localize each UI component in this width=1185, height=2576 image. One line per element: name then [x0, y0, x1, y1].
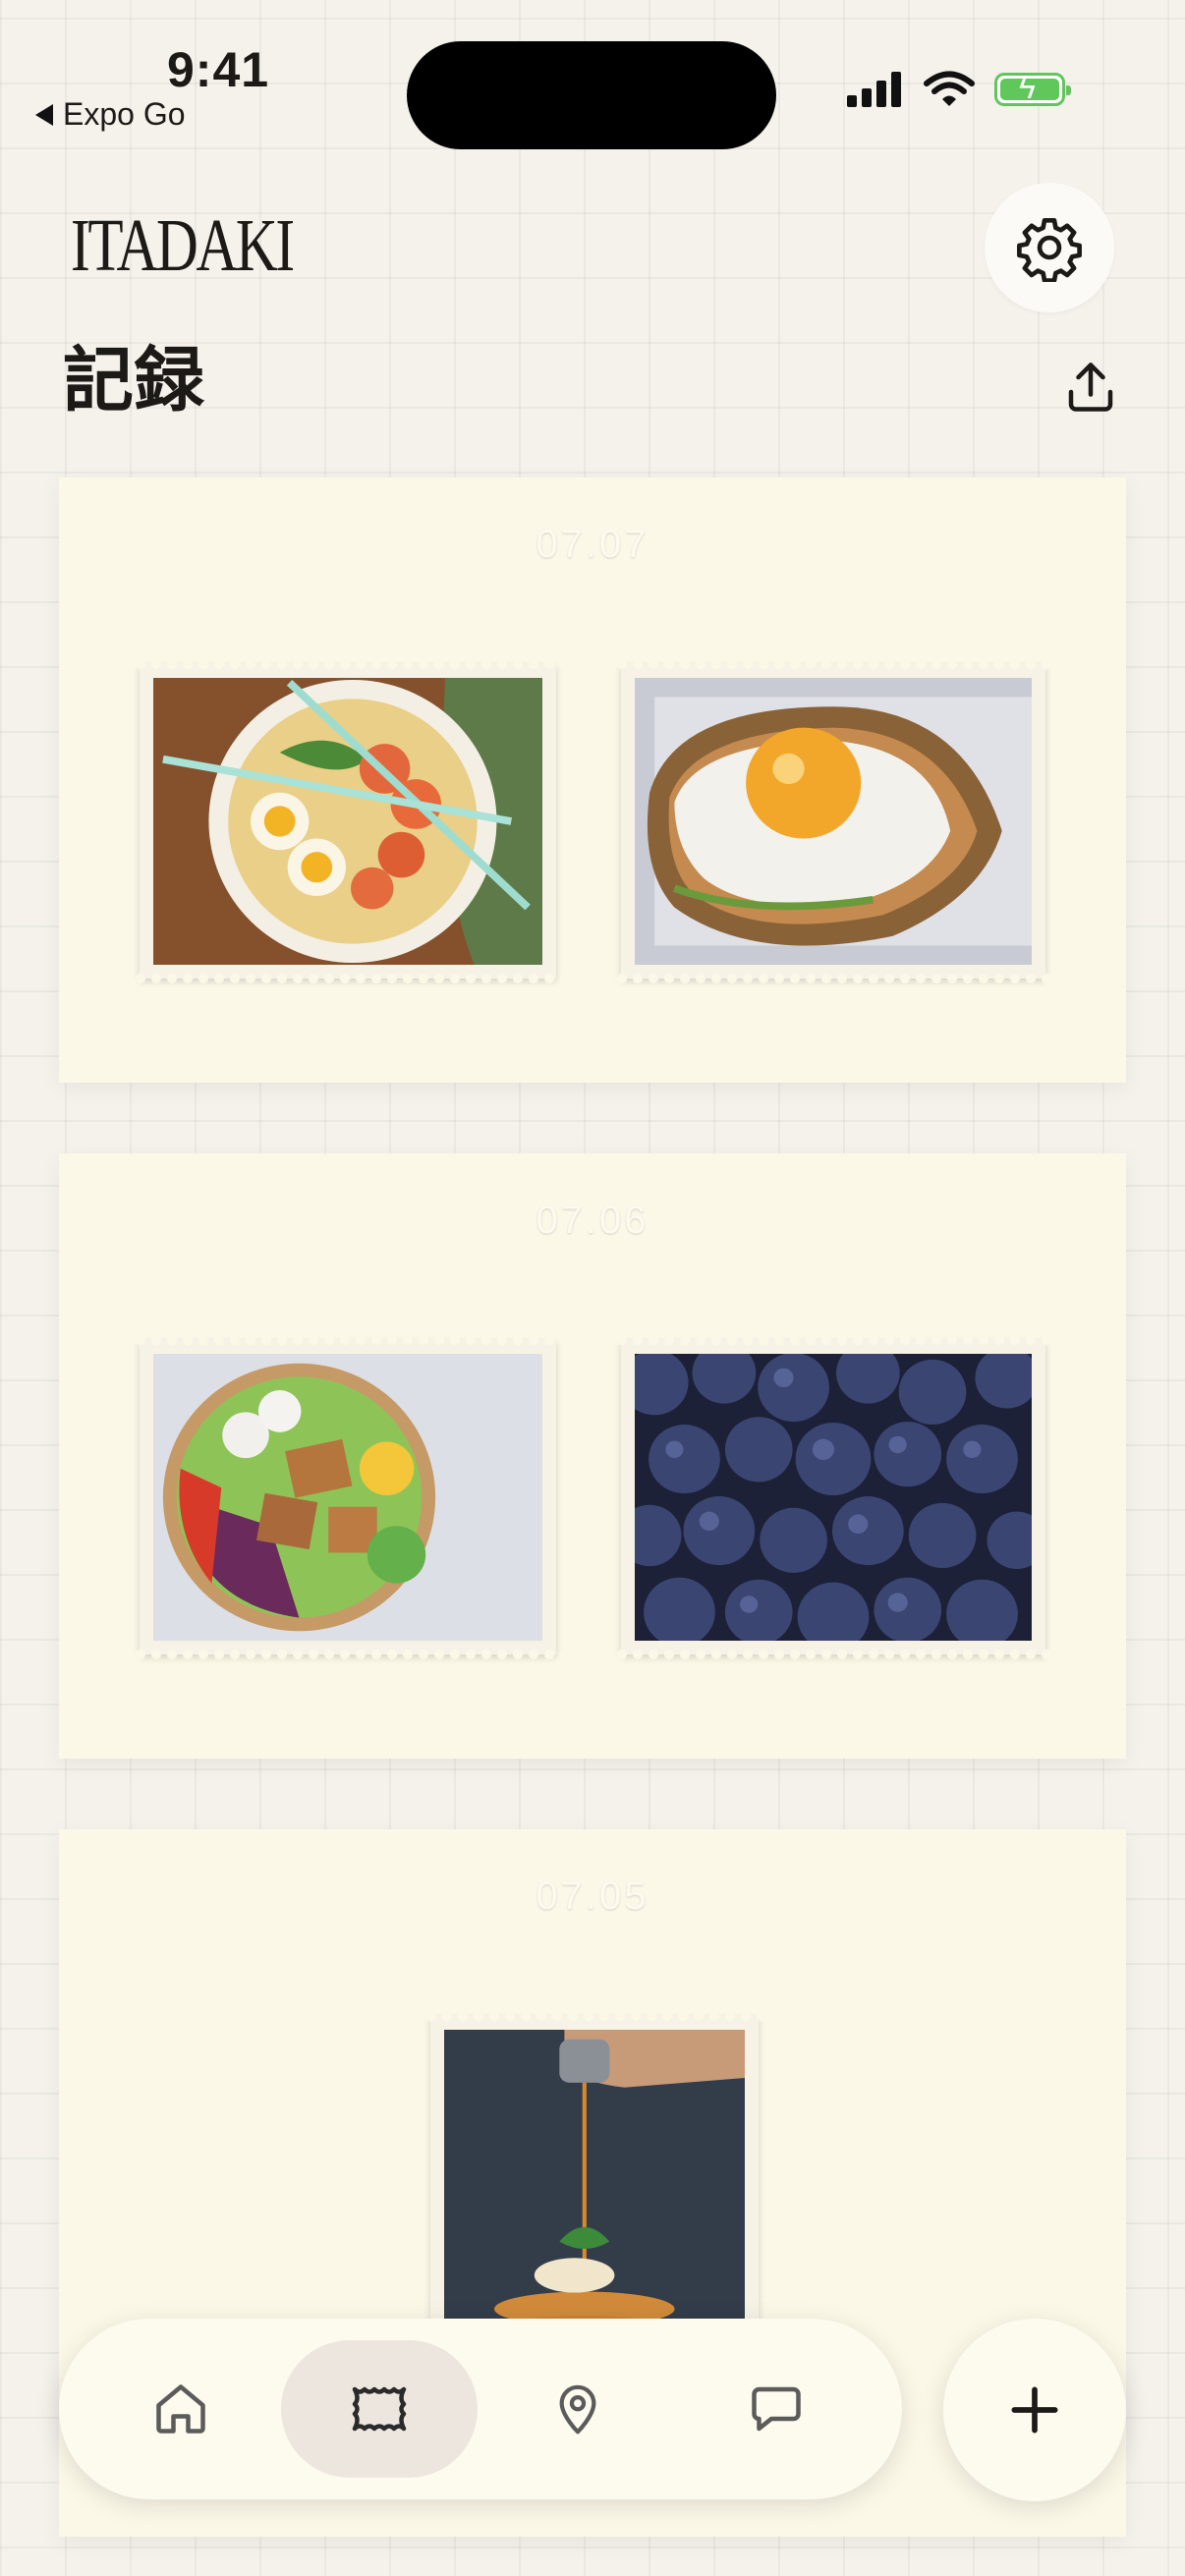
- share-button[interactable]: [1053, 350, 1128, 424]
- tab-chat[interactable]: [678, 2340, 875, 2478]
- add-record-button[interactable]: [943, 2319, 1126, 2501]
- dynamic-island: [407, 41, 776, 149]
- food-photo-fried-egg-toast: [635, 678, 1032, 965]
- food-photo-salmon-salad-bowl: [153, 1354, 542, 1641]
- app-logo: ITADAKI: [71, 204, 295, 287]
- food-photo-blueberries: [635, 1354, 1032, 1641]
- food-photo-ramen: [153, 678, 542, 965]
- food-stamp-fried-egg-toast[interactable]: [614, 657, 1052, 985]
- map-pin-icon: [559, 2384, 596, 2435]
- tab-bar: [59, 2319, 902, 2499]
- tab-record[interactable]: [281, 2340, 478, 2478]
- settings-button[interactable]: [985, 183, 1114, 312]
- battery-icon: ϟ: [994, 72, 1071, 106]
- gear-icon: [1017, 217, 1082, 282]
- day-card: 07.07: [59, 477, 1126, 1083]
- back-label: Expo Go: [63, 96, 186, 132]
- back-arrow-icon: [35, 103, 53, 126]
- tab-map[interactable]: [480, 2340, 676, 2478]
- status-icons: ϟ: [847, 71, 1071, 108]
- back-to-expo-go[interactable]: Expo Go: [35, 96, 186, 133]
- wifi-icon: [924, 71, 975, 106]
- plus-icon: [1011, 2386, 1058, 2434]
- day-date: 07.06: [536, 1199, 649, 1242]
- food-stamp-salmon-salad-bowl[interactable]: [133, 1333, 563, 1661]
- share-icon: [1068, 363, 1113, 412]
- food-stamp-ramen[interactable]: [133, 657, 563, 985]
- chat-icon: [752, 2386, 801, 2432]
- page-title: 記録: [63, 342, 205, 420]
- day-date: 07.05: [536, 1875, 649, 1918]
- food-stamp-blueberries[interactable]: [614, 1333, 1052, 1661]
- stamp-icon: [352, 2386, 407, 2432]
- day-date: 07.07: [536, 523, 649, 566]
- status-time: 9:41: [167, 42, 270, 97]
- signal-icon: [847, 72, 901, 107]
- tab-home[interactable]: [83, 2340, 279, 2478]
- home-icon: [156, 2384, 205, 2434]
- day-card: 07.06: [59, 1153, 1126, 1759]
